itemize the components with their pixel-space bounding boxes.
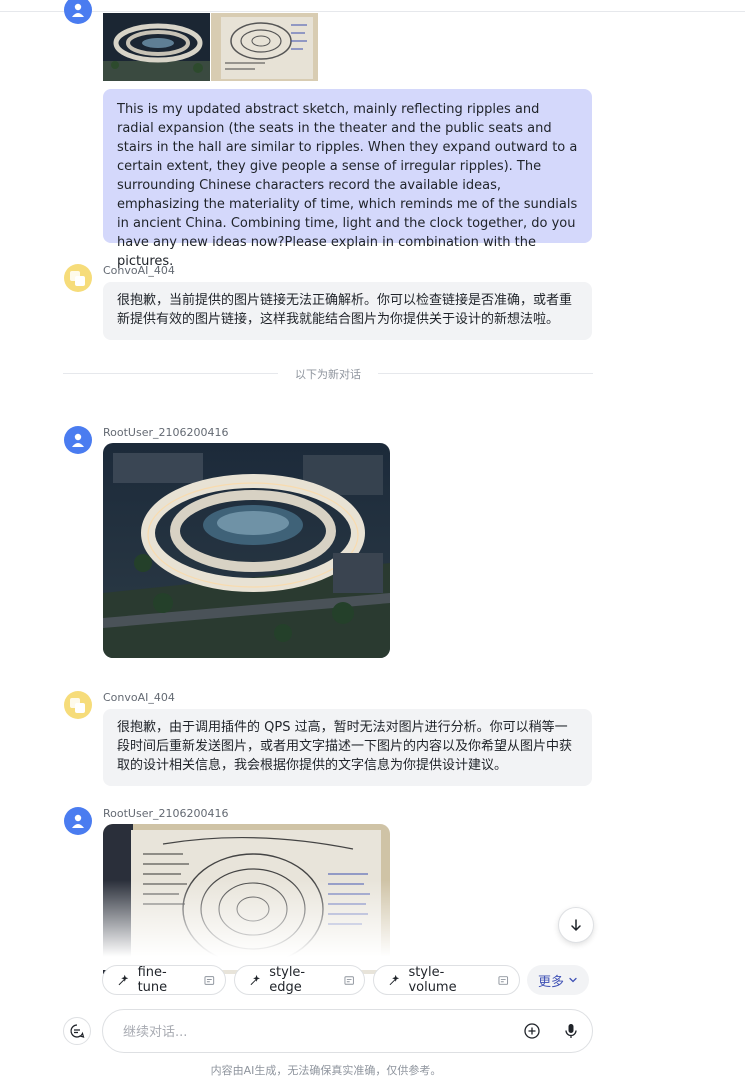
ai-disclaimer: 内容由AI生成，无法确保真实准确，仅供参考。 bbox=[210, 1064, 442, 1077]
user-avatar bbox=[64, 807, 92, 835]
user-message-bubble: This is my updated abstract sketch, main… bbox=[103, 89, 592, 269]
more-suggestions-button[interactable]: 更多 bbox=[527, 965, 589, 995]
new-conversation-label: 以下为新对话 bbox=[278, 366, 378, 382]
bot-avatar bbox=[64, 691, 92, 719]
person-icon bbox=[72, 433, 84, 447]
suggestion-chip-style-volume[interactable]: style-volume bbox=[373, 965, 520, 995]
microphone-icon[interactable] bbox=[562, 1022, 580, 1040]
bot-message-text: 很抱歉，由于调用插件的 QPS 过高，暂时无法对图片进行分析。你可以稍等一段时间… bbox=[117, 720, 573, 773]
top-bar bbox=[0, 0, 745, 12]
person-icon bbox=[72, 814, 84, 828]
user-name: RootUser_2106200416 bbox=[103, 807, 229, 820]
chat-input-box bbox=[102, 1009, 593, 1053]
suggestion-chip-label: style-volume bbox=[408, 965, 457, 995]
sparkle-icon bbox=[250, 974, 260, 985]
bot-message-text: 很抱歉，当前提供的图片链接无法正确解析。你可以检查链接是否准确，或者重新提供有效… bbox=[117, 293, 573, 327]
new-topic-icon bbox=[70, 1024, 85, 1038]
attached-image-sketch[interactable] bbox=[211, 13, 318, 81]
suggestion-chip-fine-tune[interactable]: fine-tune bbox=[102, 965, 226, 995]
sparkle-icon bbox=[118, 974, 129, 985]
template-icon bbox=[204, 975, 215, 985]
uploaded-image-rendering[interactable] bbox=[103, 443, 390, 658]
template-icon bbox=[344, 975, 354, 985]
chat-input[interactable] bbox=[121, 1020, 505, 1044]
sparkle-icon bbox=[389, 974, 400, 985]
person-icon bbox=[72, 3, 84, 17]
chevron-down-icon bbox=[569, 977, 577, 983]
suggestion-chip-style-edge[interactable]: style-edge bbox=[234, 965, 365, 995]
suggestion-chip-label: style-edge bbox=[269, 965, 306, 995]
bot-name: ConvoAI_404 bbox=[103, 264, 175, 277]
bot-name: ConvoAI_404 bbox=[103, 691, 175, 704]
user-name: RootUser_2106200416 bbox=[103, 426, 229, 439]
template-icon bbox=[498, 975, 509, 985]
user-message-text: This is my updated abstract sketch, main… bbox=[117, 102, 578, 269]
plus-circle-icon[interactable] bbox=[523, 1022, 541, 1040]
bot-avatar bbox=[64, 264, 92, 292]
user-avatar bbox=[64, 426, 92, 454]
new-topic-button[interactable] bbox=[63, 1017, 91, 1045]
bot-message-bubble: 很抱歉，由于调用插件的 QPS 过高，暂时无法对图片进行分析。你可以稍等一段时间… bbox=[103, 709, 592, 786]
user-avatar bbox=[64, 0, 92, 24]
suggestion-chip-label: fine-tune bbox=[137, 965, 168, 995]
arrow-down-icon bbox=[571, 919, 581, 931]
bot-message-bubble: 很抱歉，当前提供的图片链接无法正确解析。你可以检查链接是否准确，或者重新提供有效… bbox=[103, 282, 592, 340]
attached-image-rendering[interactable] bbox=[103, 13, 210, 81]
more-label: 更多 bbox=[537, 974, 564, 990]
bottom-fade-overlay bbox=[0, 880, 745, 970]
scroll-to-bottom-button[interactable] bbox=[558, 907, 594, 943]
